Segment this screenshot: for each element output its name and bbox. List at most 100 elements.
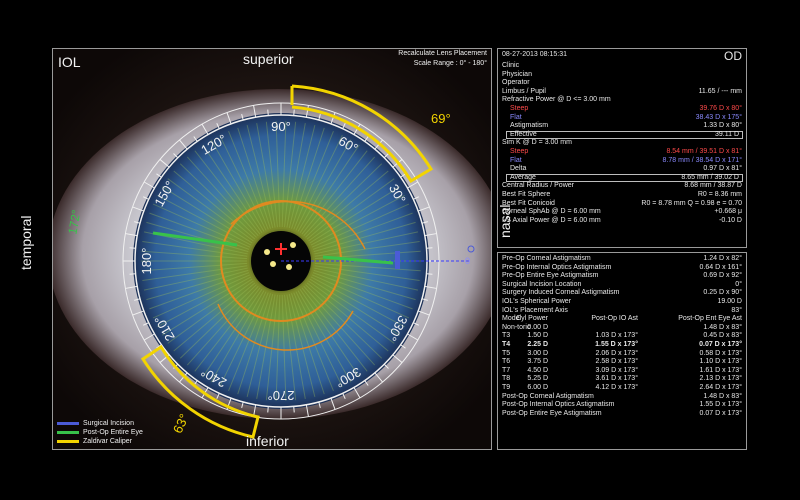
toric-cell: 1.10 D x 173° bbox=[699, 358, 743, 366]
limbus-value: 11.65 / --- mm bbox=[698, 87, 742, 95]
toric-cell: 3.61 D x 173° bbox=[595, 375, 639, 383]
post-op-row-value: 1.48 D x 83° bbox=[703, 392, 742, 400]
eye-image: 90°60°30°330°300°270°240°210°180°150°120… bbox=[53, 49, 491, 449]
toric-cell: T5 bbox=[502, 349, 511, 357]
simk-flat-label: Flat bbox=[510, 156, 522, 164]
pre-op-row: Pre-Op Entire Eye Astigmatism 0.69 D x 92… bbox=[498, 272, 746, 281]
pre-op-row-value: 1.24 D x 82° bbox=[703, 255, 742, 262]
best-fit-conicoid-label: Best Fit Conicoid bbox=[502, 199, 555, 207]
sim-k-label: Sim K @ D = 3.00 mm bbox=[502, 139, 572, 147]
best-fit-conicoid-value: R0 = 8.78 mm Q = 0.98 e = 0.70 bbox=[641, 199, 742, 207]
toric-cell: 0.58 D x 173° bbox=[699, 349, 743, 357]
post-op-row-value: 1.55 D x 173° bbox=[699, 401, 743, 409]
delta-value: 0.97 D x 81° bbox=[703, 165, 742, 173]
toric-row[interactable]: T5 3.00 D 2.06 D x 173° 0.58 D x 173° bbox=[498, 350, 746, 359]
flat-label: Flat bbox=[510, 113, 522, 121]
corneal-summary-panel: 08-27-2013 08:15:31 OD Clinic Physician … bbox=[497, 48, 747, 248]
degree-tick bbox=[293, 406, 295, 413]
limbus-label: Limbus / Pupil bbox=[502, 87, 546, 95]
refractive-power-label: Refractive Power @ D <= 3.00 mm bbox=[502, 96, 611, 104]
steep-label: Steep bbox=[510, 104, 529, 112]
toric-cell: 4.50 D bbox=[527, 366, 548, 374]
clinic-label: Clinic bbox=[502, 62, 520, 69]
toric-cell: T7 bbox=[502, 366, 511, 374]
toric-cell: T4 bbox=[502, 340, 511, 348]
post-op-row-label: Post-Op Internal Optics Astigmatism bbox=[502, 401, 615, 409]
exam-datetime: 08-27-2013 08:15:31 bbox=[502, 51, 567, 58]
toric-row[interactable]: T3 1.50 D 1.03 D x 173° 0.45 D x 83° bbox=[498, 332, 746, 341]
toric-cell: 3.75 D bbox=[527, 358, 548, 366]
header-post-op-io-ast: Post-Op IO Ast bbox=[591, 315, 638, 323]
scale-range: Scale Range : 0° - 180° bbox=[413, 60, 487, 67]
average-value: 8.65 mm / 39.02 D bbox=[681, 173, 739, 181]
eye-side: OD bbox=[724, 49, 742, 63]
toric-cell: 1.48 D x 83° bbox=[703, 323, 742, 331]
pre-op-rows: Pre-Op Corneal Astigmatism 1.24 D x 82° Pr… bbox=[498, 255, 746, 315]
eye-image-panel[interactable]: 90° 60° 30° 330° 300° 270° 240° 210° 180° 150° 120… bbox=[52, 48, 492, 450]
effective-label: Effective bbox=[510, 130, 537, 138]
nasal-zero: 0 bbox=[465, 256, 471, 266]
inferior-label: inferior bbox=[246, 433, 289, 449]
pre-op-row-label: Surgery Induced Corneal Astigmatism bbox=[502, 289, 620, 297]
toric-cell: 2.13 D x 173° bbox=[699, 375, 743, 383]
steep-value: 39.76 D x 80° bbox=[699, 104, 743, 112]
recalculate-lens-placement-button[interactable]: Recalculate Lens Placement bbox=[317, 50, 487, 59]
pre-op-row: IOL's Spherical Power 19.00 D bbox=[498, 298, 746, 307]
toric-cell: 2.64 D x 173° bbox=[699, 383, 743, 391]
physician-label: Physician bbox=[502, 70, 532, 78]
pre-op-row-value: 83° bbox=[731, 306, 742, 314]
toric-table: Non-toric 0.00 D 1.48 D x 83° T3 1.50 D 1.03 … bbox=[498, 324, 746, 393]
toric-cell: T3 bbox=[502, 332, 511, 340]
pre-op-row-value: 19.00 D bbox=[717, 297, 742, 305]
average-label: Average bbox=[510, 173, 536, 181]
pre-op-row-label: Surgical Incision Location bbox=[502, 280, 582, 288]
toric-cell: 3.09 D x 173° bbox=[595, 366, 639, 374]
delta-label: Delta bbox=[510, 165, 527, 173]
toric-row[interactable]: T6 3.75 D 2.58 D x 173° 1.10 D x 173° bbox=[498, 358, 746, 367]
toric-row[interactable]: T9 6.00 D 4.12 D x 173° 2.64 D x 173° bbox=[498, 384, 746, 393]
is-axial-value: -0.10 D bbox=[719, 216, 742, 224]
surgical-incision-swatch bbox=[57, 421, 79, 425]
post-op-entire-eye-swatch bbox=[57, 430, 79, 434]
angle-label: 90° bbox=[271, 119, 291, 134]
post-op-rows: Post-Op Corneal Astigmatism 1.48 D x 83° P… bbox=[498, 393, 746, 419]
angle-label: 270° bbox=[268, 388, 295, 403]
pre-op-row-label: Pre-Op Internal Optics Astigmatism bbox=[502, 263, 612, 271]
mode-label: IOL bbox=[58, 54, 81, 70]
operator-label: Operator bbox=[502, 79, 530, 87]
toric-cell: 2.25 D bbox=[527, 340, 548, 348]
temporal-label: temporal bbox=[18, 215, 34, 270]
degree-tick bbox=[267, 406, 269, 413]
corneal-sphab-value: +0.668 μ bbox=[714, 208, 742, 216]
pre-op-row: Pre-Op Internal Optics Astigmatism 0.64 D… bbox=[498, 264, 746, 273]
degree-tick bbox=[129, 273, 136, 275]
post-op-row-label: Post-Op Entire Eye Astigmatism bbox=[502, 409, 602, 417]
pre-op-row-value: 0.64 D x 161° bbox=[699, 263, 743, 271]
toric-cell: T9 bbox=[502, 383, 511, 391]
toric-cell: 1.50 D bbox=[527, 332, 548, 340]
superior-label: superior bbox=[243, 51, 294, 67]
pre-op-row-label: IOL's Spherical Power bbox=[502, 297, 572, 305]
toric-cell: 3.00 D bbox=[527, 349, 548, 357]
toric-cell: 0.45 D x 83° bbox=[703, 332, 742, 340]
post-op-row: Post-Op Internal Optics Astigmatism 1.55 … bbox=[498, 401, 746, 410]
legend-post-op-entire-eye: Post-Op Entire Eye bbox=[57, 429, 143, 436]
degree-tick bbox=[129, 247, 136, 249]
pre-op-row-label: IOL's Placement Axis bbox=[502, 306, 568, 314]
toric-cell: 1.61 D x 173° bbox=[699, 366, 743, 374]
flat-value: 38.43 D x 175° bbox=[695, 113, 742, 121]
toric-cell: 4.12 D x 173° bbox=[595, 383, 639, 391]
toric-iol-panel: Pre-Op Corneal Astigmatism 1.24 D x 82° Pr… bbox=[497, 252, 747, 450]
is-axial-label: I-S Axial Power @ D = 6.00 mm bbox=[502, 216, 601, 224]
toric-row[interactable]: T4 2.25 D 1.55 D x 173° 0.07 D x 173° bbox=[498, 341, 746, 350]
astigmatism-label: Astigmatism bbox=[510, 122, 549, 130]
toric-cell: 5.25 D bbox=[527, 375, 548, 383]
degree-tick bbox=[293, 109, 295, 116]
toric-cell: T6 bbox=[502, 358, 511, 366]
toric-row[interactable]: T8 5.25 D 3.61 D x 173° 2.13 D x 173° bbox=[498, 375, 746, 384]
caliper-top-label: 69° bbox=[431, 111, 451, 126]
toric-cell: 2.58 D x 173° bbox=[595, 358, 639, 366]
simk-flat-value: 8.78 mm / 38.54 D x 171° bbox=[662, 156, 742, 164]
toric-cell: Non-toric bbox=[502, 323, 531, 331]
degree-tick bbox=[426, 247, 433, 249]
